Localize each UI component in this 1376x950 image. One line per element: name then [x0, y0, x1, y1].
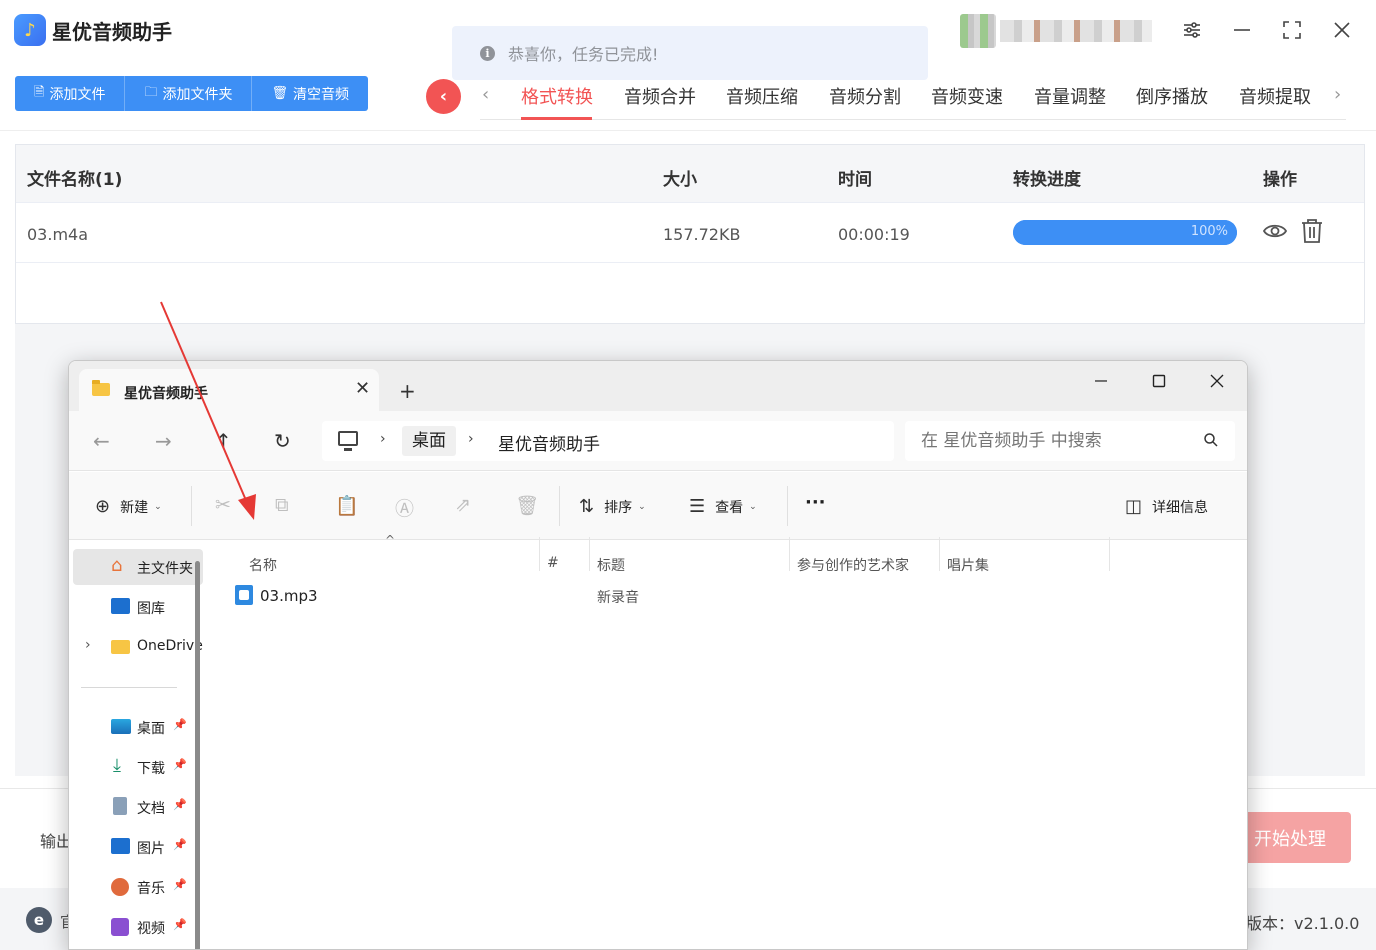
annotation-arrow	[160, 301, 256, 520]
arrow-head	[238, 494, 256, 520]
arrow-line	[160, 301, 249, 506]
